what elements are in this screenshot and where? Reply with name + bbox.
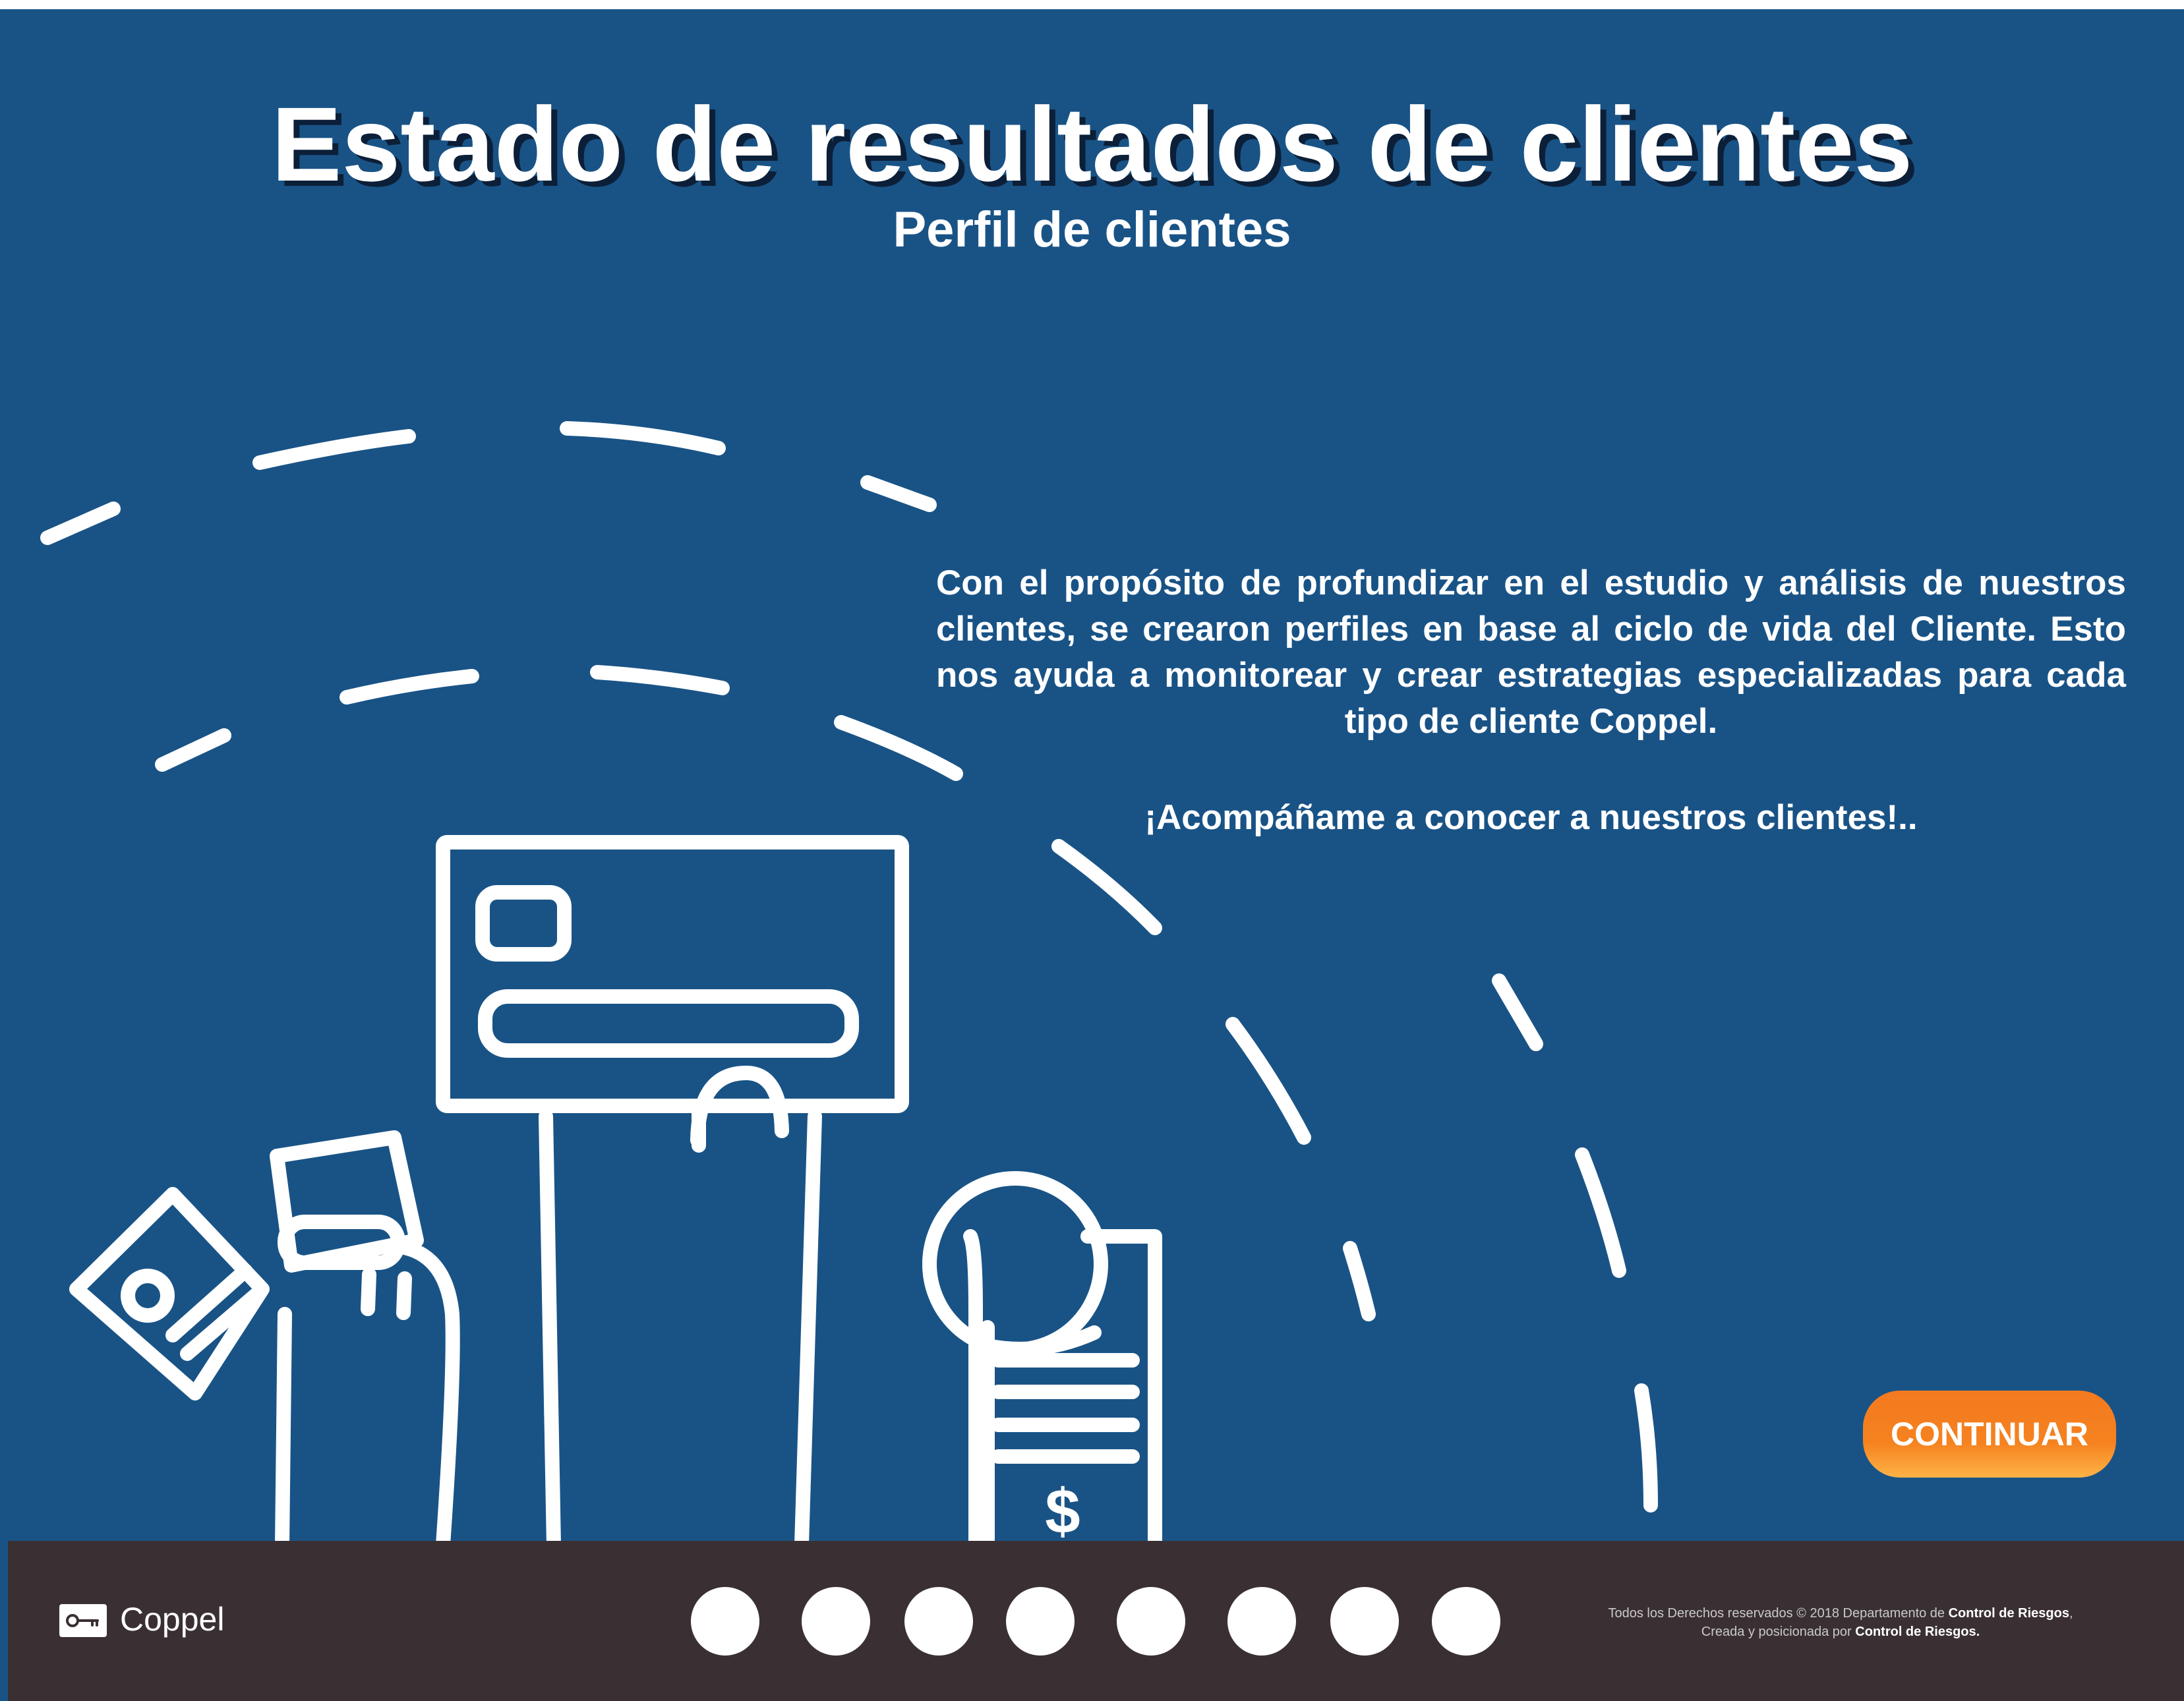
pagination-dot-5[interactable] (1117, 1587, 1185, 1656)
pagination-dot-2[interactable] (802, 1587, 870, 1656)
copyright-notice: Todos los Derechos reservados © 2018 Dep… (1544, 1604, 2137, 1641)
slide: $ Estado de resultados de clientes Perfi… (0, 9, 2184, 1701)
footer: Coppel Todos los Derechos reservados © 2… (8, 1541, 2184, 1701)
call-to-action-text: ¡Acompáñame a conocer a nuestros cliente… (1144, 798, 1918, 837)
key-icon (59, 1604, 107, 1637)
hand-with-receipt-icon (922, 1171, 1162, 1551)
page-title: Estado de resultados de clientes (271, 85, 1913, 203)
dashed-arc-upper (40, 421, 937, 545)
pagination-dot-7[interactable] (1330, 1587, 1399, 1656)
pagination-dot-4[interactable] (1006, 1587, 1075, 1656)
hand-with-cards-icon (69, 1130, 460, 1551)
pagination-dot-8[interactable] (1432, 1587, 1500, 1656)
pagination-dot-6[interactable] (1227, 1587, 1296, 1656)
copyright-line-2: Creada y posicionada por Control de Ries… (1701, 1625, 1980, 1639)
receipt-dollar-sign: $ (1045, 1476, 1080, 1547)
dashed-arc-right (1492, 973, 1658, 1513)
pagination-dot-3[interactable] (904, 1587, 973, 1656)
hand-with-sign-icon (436, 835, 909, 1551)
pagination-dot-1[interactable] (691, 1587, 759, 1656)
continue-button[interactable]: CONTINUAR (1863, 1391, 2116, 1478)
intro-paragraph: Con el propósito de profundizar en el es… (936, 563, 2126, 741)
page-subtitle: Perfil de clientes (893, 202, 1291, 258)
copyright-line-1: Todos los Derechos reservados © 2018 Dep… (1608, 1606, 2073, 1621)
brand-name: Coppel (120, 1601, 225, 1638)
